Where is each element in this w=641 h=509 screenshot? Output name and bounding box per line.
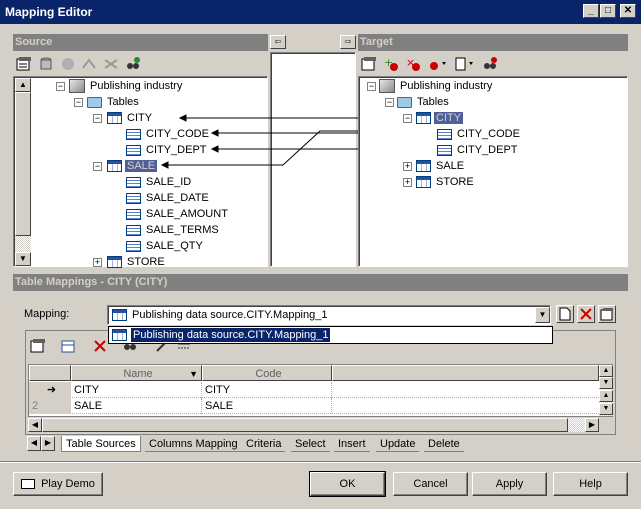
new-mapping-button[interactable]	[556, 305, 574, 323]
cancel-button[interactable]: Cancel	[393, 472, 468, 496]
properties-icon	[600, 308, 613, 321]
scroll-down-button[interactable]: ▼	[599, 377, 613, 389]
properties-icon[interactable]	[361, 56, 377, 72]
help-button[interactable]: Help	[553, 472, 628, 496]
tab-criteria[interactable]: Criteria	[242, 436, 286, 452]
apply-button[interactable]: Apply	[472, 472, 547, 496]
tree-node-column[interactable]: CITY_DEPT	[437, 142, 520, 158]
tree-node-column[interactable]: CITY_CODE	[437, 126, 522, 142]
separator	[0, 461, 641, 463]
folder-icon	[397, 96, 412, 108]
tab-scroll-left[interactable]: ◀	[27, 436, 41, 451]
tab-delete[interactable]: Delete	[424, 436, 464, 452]
grid-scrollbar[interactable]: ▲ ▼ ▲ ▼	[599, 365, 613, 416]
column-header-filler	[332, 365, 599, 381]
tree-node-model[interactable]: Publishing industry	[379, 78, 494, 94]
table-row[interactable]: 2 SALE SALE	[29, 398, 599, 414]
column-icon	[437, 128, 452, 140]
row-selector-arrow[interactable]: ➜	[29, 382, 71, 398]
grid-hscrollbar[interactable]: ◀ ▶	[28, 418, 599, 432]
column-header-code[interactable]: Code	[202, 365, 332, 381]
delete-row-icon[interactable]	[92, 338, 108, 354]
table-icon	[112, 329, 127, 341]
tree-node-city[interactable]: CITY	[416, 110, 464, 126]
add-row-icon[interactable]	[60, 338, 76, 354]
collapse-toggle[interactable]: −	[385, 98, 394, 107]
row-header-corner	[29, 365, 71, 381]
model-icon	[379, 79, 395, 93]
play-demo-icon	[21, 479, 36, 490]
cell-code[interactable]: SALE	[202, 398, 332, 414]
hscroll-thumb[interactable]	[42, 418, 568, 432]
table-icon	[112, 309, 127, 321]
target-toolbar: + ×	[358, 52, 628, 76]
tab-columns-mapping[interactable]: Columns Mapping	[145, 436, 242, 452]
find-icon[interactable]	[482, 56, 498, 72]
delete-icon	[580, 308, 592, 320]
tree-node-store[interactable]: STORE	[416, 174, 476, 190]
expand-toggle[interactable]: +	[403, 162, 412, 171]
cell-name[interactable]: SALE	[71, 398, 202, 414]
chevron-down-icon[interactable]: ▼	[535, 307, 550, 323]
layout-icon[interactable]	[455, 56, 473, 72]
mapping-label: Mapping:	[24, 308, 70, 320]
tab-strip: ◀ ▶ Table Sources Columns Mapping Criter…	[25, 436, 616, 453]
row-number[interactable]: 2	[29, 398, 71, 414]
dropdown-option[interactable]: Publishing data source.CITY.Mapping_1	[129, 327, 332, 343]
table-icon	[416, 112, 431, 124]
tab-select[interactable]: Select	[291, 436, 330, 452]
play-demo-button[interactable]: Play Demo	[13, 472, 103, 496]
collapse-toggle[interactable]: −	[403, 114, 412, 123]
mapping-properties-button[interactable]	[598, 305, 616, 323]
mapping-combobox-value: Publishing data source.CITY.Mapping_1	[132, 309, 328, 321]
column-icon	[437, 144, 452, 156]
delete-mapping-button[interactable]	[577, 305, 595, 323]
tab-insert[interactable]: Insert	[334, 436, 370, 452]
tab-scroll-right[interactable]: ▶	[41, 436, 55, 451]
cell-code[interactable]: CITY	[202, 382, 332, 398]
sort-down-icon: ▼	[189, 369, 198, 379]
mapping-dropdown-list[interactable]: Publishing data source.CITY.Mapping_1	[108, 326, 553, 344]
expand-toggle[interactable]: +	[403, 178, 412, 187]
tree-node-tables[interactable]: Tables	[397, 94, 451, 110]
grid-header: Name ▼ Code	[29, 365, 599, 381]
scroll-up-button[interactable]: ▲	[599, 365, 613, 377]
mapping-tab-panel: Name ▼ Code ➜ CITY CITY 2 SALE SALE ▲ ▼ ▲…	[25, 330, 616, 435]
filter-icon[interactable]	[428, 56, 446, 72]
ok-button[interactable]: OK	[309, 471, 386, 497]
delete-mapping-icon[interactable]: ×	[405, 56, 421, 72]
scroll-down-button[interactable]: ▼	[599, 403, 613, 415]
mapping-grid: Name ▼ Code ➜ CITY CITY 2 SALE SALE ▲ ▼ ▲…	[28, 364, 613, 417]
tab-table-sources[interactable]: Table Sources	[61, 436, 141, 452]
table-icon	[416, 160, 431, 172]
table-mappings-title: Table Mappings - CITY (CITY)	[13, 274, 628, 291]
table-row[interactable]: ➜ CITY CITY	[29, 382, 599, 398]
scroll-up-button[interactable]: ▲	[599, 390, 613, 402]
target-pane-title: Target	[358, 34, 628, 51]
cell-name[interactable]: CITY	[71, 382, 202, 398]
column-header-name[interactable]: Name ▼	[71, 365, 202, 381]
target-tree: − Publishing industry − Tables − CITY CI…	[358, 76, 628, 267]
tree-node-sale[interactable]: SALE	[416, 158, 466, 174]
collapse-toggle[interactable]: −	[367, 82, 376, 91]
new-document-icon	[559, 307, 571, 321]
scroll-right-button[interactable]: ▶	[585, 418, 599, 432]
table-icon	[416, 176, 431, 188]
tab-update[interactable]: Update	[376, 436, 420, 452]
scroll-left-button[interactable]: ◀	[28, 418, 42, 432]
properties-icon[interactable]	[30, 338, 46, 354]
mapping-combobox[interactable]: Publishing data source.CITY.Mapping_1 ▼	[107, 305, 551, 325]
add-mapping-icon[interactable]: +	[383, 56, 399, 72]
